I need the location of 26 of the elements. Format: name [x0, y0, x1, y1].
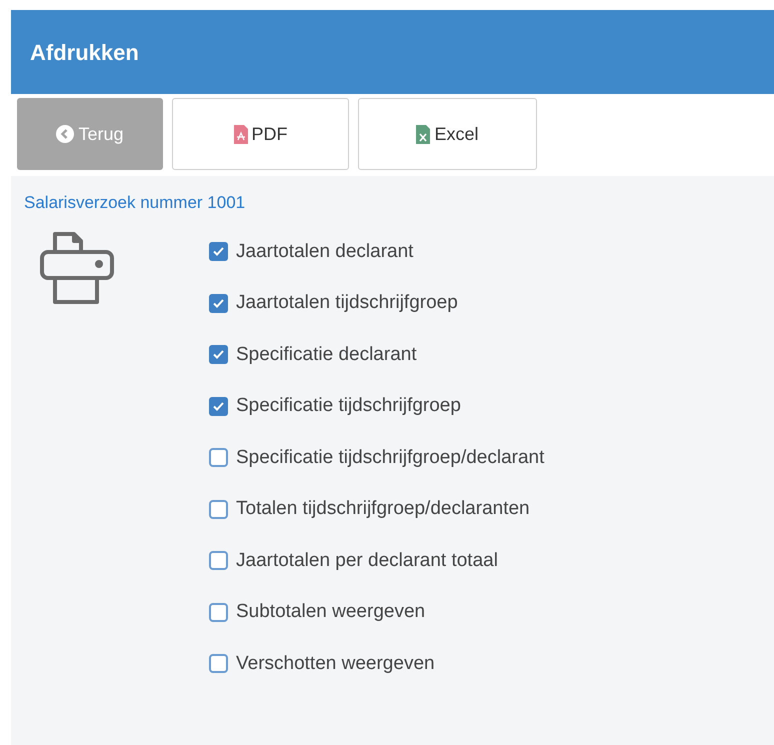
- excel-file-icon: [416, 124, 430, 144]
- back-circle-icon: [56, 125, 74, 143]
- option-label: Specificatie tijdschrijfgroep/declarant: [236, 446, 544, 470]
- option-label: Totalen tijdschrijfgroep/declaranten: [236, 497, 530, 521]
- option-label: Subtotalen weergeven: [236, 600, 426, 624]
- option-label: Jaartotalen tijdschrijfgroep: [236, 291, 458, 315]
- checkbox[interactable]: [209, 345, 228, 364]
- request-link[interactable]: Salarisverzoek nummer 1001: [24, 193, 246, 212]
- pdf-button[interactable]: PDF: [172, 98, 349, 170]
- option-label: Verschotten weergeven: [236, 652, 435, 676]
- header-title: Afdrukken: [30, 38, 139, 66]
- option-label: Specificatie tijdschrijfgroep: [236, 394, 461, 418]
- option-label: Specificatie declarant: [236, 342, 417, 366]
- checkbox[interactable]: [209, 396, 228, 416]
- option-label: Jaartotalen declarant: [236, 240, 414, 264]
- excel-button[interactable]: Excel: [358, 98, 537, 170]
- checkbox[interactable]: [209, 242, 228, 262]
- checkbox[interactable]: [209, 654, 228, 674]
- checkbox[interactable]: [209, 294, 228, 313]
- pdf-file-icon: [234, 124, 248, 144]
- checkbox[interactable]: [209, 448, 228, 468]
- checkbox[interactable]: [209, 602, 228, 622]
- option-label: Jaartotalen per declarant totaal: [236, 548, 498, 572]
- checkbox[interactable]: [209, 551, 228, 570]
- checkbox[interactable]: [209, 500, 228, 519]
- printer-icon: [40, 232, 114, 304]
